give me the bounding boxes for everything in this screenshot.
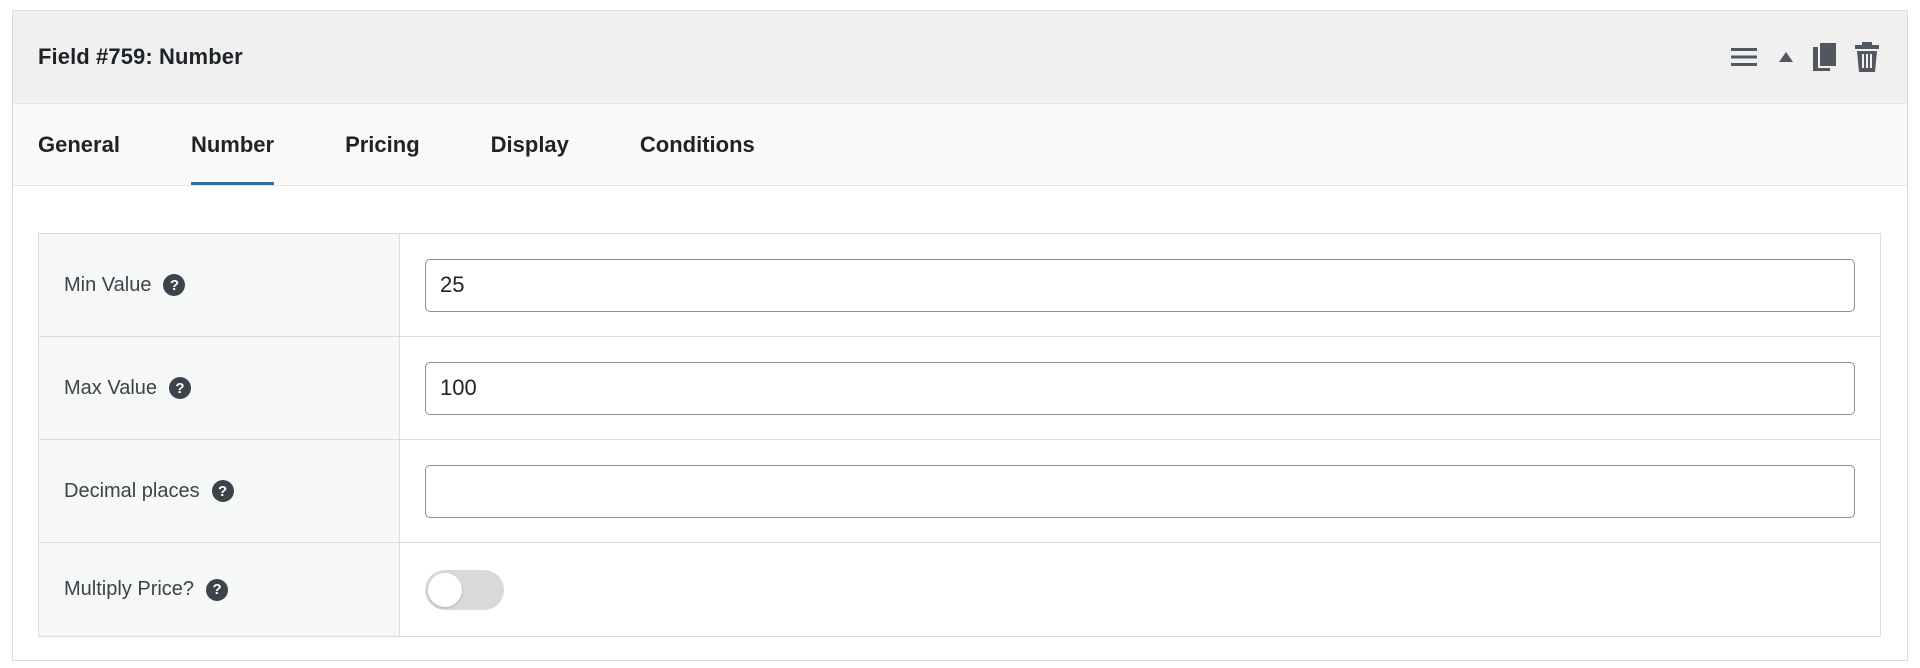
min-value-label: Min Value [64, 273, 152, 296]
multiply-price-label: Multiply Price? [64, 578, 195, 600]
tab-general[interactable]: General [38, 104, 120, 185]
panel-header: Field #759: Number [13, 11, 1907, 104]
tabs-bar: General Number Pricing Display Condition… [13, 104, 1907, 186]
trash-icon[interactable] [1855, 42, 1879, 72]
header-actions [1731, 42, 1879, 72]
multiply-price-toggle[interactable] [425, 569, 504, 610]
min-value-cell [400, 234, 1880, 336]
decimal-places-input[interactable] [425, 464, 1855, 518]
decimal-places-cell [400, 440, 1880, 542]
tab-number[interactable]: Number [190, 104, 275, 185]
tab-display[interactable]: Display [491, 104, 569, 185]
multiply-price-row: Multiply Price? ? [39, 543, 1880, 636]
max-value-input[interactable] [425, 361, 1855, 415]
collapse-arrow-icon[interactable] [1779, 44, 1793, 70]
help-icon[interactable]: ? [211, 480, 234, 502]
max-value-cell [400, 337, 1880, 439]
decimal-places-row: Decimal places ? [39, 440, 1880, 543]
settings-table: Min Value ? Max Value ? Decimal plac [38, 233, 1881, 637]
help-icon[interactable]: ? [206, 578, 229, 601]
menu-lines-icon[interactable] [1731, 44, 1757, 70]
min-value-input[interactable] [425, 258, 1855, 312]
toggle-knob [428, 572, 462, 607]
max-value-label-cell: Max Value ? [39, 337, 400, 439]
tab-content: Min Value ? Max Value ? Decimal plac [13, 186, 1907, 662]
decimal-places-label: Decimal places [64, 479, 200, 502]
min-value-label-cell: Min Value ? [39, 234, 400, 336]
help-icon[interactable]: ? [169, 377, 192, 399]
decimal-places-label-cell: Decimal places ? [39, 440, 400, 542]
multiply-price-label-cell: Multiply Price? ? [39, 543, 400, 636]
max-value-row: Max Value ? [39, 337, 1880, 440]
tab-conditions[interactable]: Conditions [640, 104, 755, 185]
help-icon[interactable]: ? [163, 274, 186, 296]
tab-pricing[interactable]: Pricing [345, 104, 420, 185]
panel-title: Field #759: Number [38, 44, 243, 69]
min-value-row: Min Value ? [39, 234, 1880, 337]
duplicate-icon[interactable] [1813, 42, 1837, 72]
max-value-label: Max Value [64, 376, 158, 399]
multiply-price-cell [400, 543, 1880, 636]
field-panel: Field #759: Number General Number Pricin… [12, 10, 1908, 661]
